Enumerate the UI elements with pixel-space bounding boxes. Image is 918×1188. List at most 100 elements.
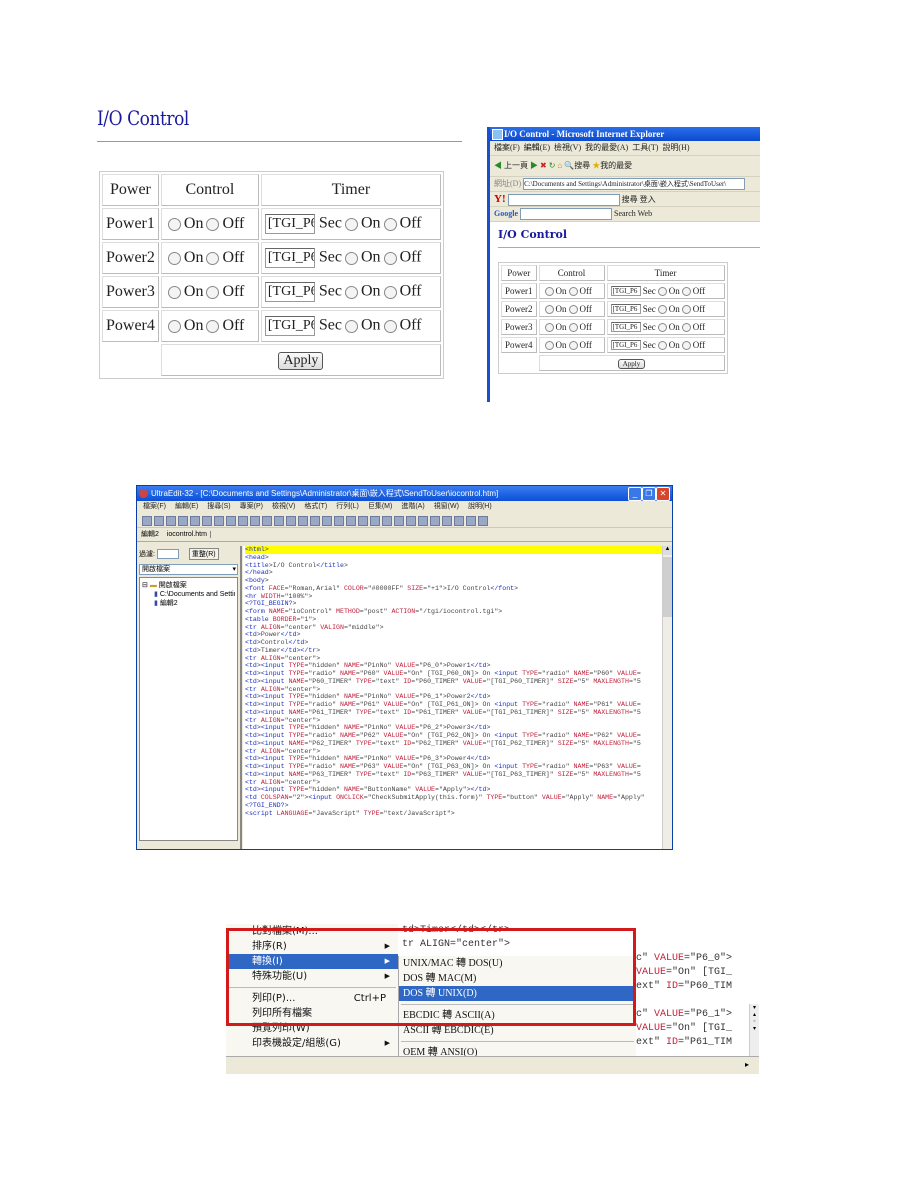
tab-edit2[interactable]: 編輯2 <box>141 531 159 538</box>
justify-icon[interactable] <box>346 516 356 526</box>
search-web-button[interactable]: Search Web <box>614 209 652 218</box>
tree-item[interactable]: ⊟ ▬ 開啟檔案 <box>142 580 235 590</box>
timer-input[interactable]: [TGI_P6 <box>610 322 641 333</box>
spell-icon[interactable] <box>214 516 224 526</box>
align-left-icon[interactable] <box>310 516 320 526</box>
timer-input[interactable]: [TGI_P6 <box>264 214 315 234</box>
search-icon[interactable]: 🔍 <box>564 161 574 170</box>
ie-menu-file[interactable]: 檔案(F) <box>494 143 520 152</box>
close-file-icon[interactable] <box>166 516 176 526</box>
timer-input[interactable]: [TGI_P6 <box>610 304 641 315</box>
scroll-right-icon[interactable]: ▸ <box>745 1060 749 1069</box>
timer-on-radio[interactable] <box>345 251 358 265</box>
ie-menu-favorites[interactable]: 我的最愛(A) <box>585 143 628 152</box>
window-icon[interactable] <box>406 516 416 526</box>
timer-off-radio[interactable] <box>681 322 691 332</box>
control-on-radio[interactable] <box>544 287 554 297</box>
control-off-radio[interactable] <box>206 251 220 265</box>
google-search-input[interactable] <box>520 208 612 221</box>
scroll-up-icon[interactable]: ▲ <box>663 546 672 555</box>
favorites-icon[interactable]: ★ <box>592 161 600 170</box>
apply-button[interactable]: Apply <box>278 351 324 370</box>
control-off-radio[interactable] <box>568 323 578 333</box>
timer-on-radio[interactable] <box>345 319 358 333</box>
copy-icon[interactable] <box>286 516 296 526</box>
print-icon[interactable] <box>190 516 200 526</box>
help-icon[interactable] <box>466 516 476 526</box>
filter-input[interactable] <box>156 549 179 560</box>
yahoo-search-button[interactable]: 搜尋 <box>622 195 638 204</box>
vertical-scrollbar[interactable]: ▾ ▴ ◦ ▾ <box>749 1004 759 1056</box>
refresh-button[interactable]: 重整(R) <box>188 548 219 560</box>
timer-input[interactable]: [TGI_P6 <box>264 282 315 302</box>
tree-item[interactable]: ▮ C:\Documents and Settings\A <box>142 590 235 598</box>
timer-on-radio[interactable] <box>345 217 358 231</box>
horizontal-scrollbar[interactable]: ▸ <box>226 1056 759 1074</box>
scroll-thumb[interactable] <box>663 557 672 617</box>
hex-edit-icon[interactable] <box>250 516 260 526</box>
cut-icon[interactable] <box>274 516 284 526</box>
open-files-dropdown[interactable]: 開啟檔案 <box>139 564 238 575</box>
control-on-radio[interactable] <box>167 319 181 333</box>
timer-off-radio[interactable] <box>383 285 397 299</box>
control-on-radio[interactable] <box>544 323 554 333</box>
control-on-radio[interactable] <box>167 217 181 231</box>
back-button[interactable]: 上一頁 <box>504 161 528 170</box>
ue-menu-column[interactable]: 行列(L) <box>336 503 359 510</box>
bookmark-icon[interactable] <box>262 516 272 526</box>
ue-menu-search[interactable]: 搜尋(S) <box>207 503 230 510</box>
timer-off-radio[interactable] <box>681 340 691 350</box>
cascade-icon[interactable] <box>430 516 440 526</box>
yahoo-search-input[interactable] <box>507 194 620 206</box>
ie-menu-view[interactable]: 檢視(V) <box>554 143 581 152</box>
control-off-radio[interactable] <box>568 341 578 351</box>
tree-item[interactable]: ▮ 編輯2 <box>142 598 235 608</box>
maximize-button[interactable]: ❐ <box>642 487 656 501</box>
open-icon[interactable] <box>154 516 164 526</box>
editor-scrollbar[interactable]: ▲ <box>662 546 672 849</box>
refresh-icon[interactable]: ↻ <box>549 161 556 170</box>
yahoo-login-button[interactable]: 登入 <box>640 195 656 204</box>
replace-icon[interactable] <box>370 516 380 526</box>
back-icon[interactable]: ◀ <box>494 161 502 170</box>
timer-input[interactable]: [TGI_P6 <box>610 286 641 297</box>
hex-icon[interactable] <box>238 516 248 526</box>
align-center-icon[interactable] <box>322 516 332 526</box>
minimize-button[interactable]: _ <box>628 487 642 501</box>
ie-menu-edit[interactable]: 編輯(E) <box>524 143 550 152</box>
font-icon[interactable] <box>226 516 236 526</box>
paste-icon[interactable] <box>298 516 308 526</box>
timer-off-radio[interactable] <box>383 251 397 265</box>
timer-off-radio[interactable] <box>383 217 397 231</box>
ue-menu-project[interactable]: 專案(P) <box>240 503 263 510</box>
search-button[interactable]: 搜尋 <box>574 161 590 170</box>
timer-on-radio[interactable] <box>657 322 667 332</box>
menu-item[interactable]: 印表機設定/組態(G) ▶ <box>226 1036 398 1051</box>
timer-off-radio[interactable] <box>681 286 691 296</box>
code-editor[interactable]: <html> <head> <title>I/O Control</title> </… <box>243 546 663 849</box>
timer-off-radio[interactable] <box>681 304 691 314</box>
ie-menu-tools[interactable]: 工具(T) <box>632 143 658 152</box>
control-off-radio[interactable] <box>206 319 220 333</box>
control-on-radio[interactable] <box>167 285 181 299</box>
timer-on-radio[interactable] <box>345 285 358 299</box>
align-right-icon[interactable] <box>334 516 344 526</box>
control-off-radio[interactable] <box>568 305 578 315</box>
home-icon[interactable]: ⌂ <box>557 161 562 170</box>
zoom-icon[interactable] <box>394 516 404 526</box>
print-preview-icon[interactable] <box>202 516 212 526</box>
ue-menu-window[interactable]: 視窗(W) <box>434 503 459 510</box>
split-icon[interactable] <box>442 516 452 526</box>
ue-menu-help[interactable]: 說明(H) <box>468 503 492 510</box>
timer-on-radio[interactable] <box>657 304 667 314</box>
ftp-icon[interactable] <box>454 516 464 526</box>
timer-off-radio[interactable] <box>383 319 397 333</box>
control-on-radio[interactable] <box>544 305 554 315</box>
control-on-radio[interactable] <box>167 251 181 265</box>
tile-icon[interactable] <box>418 516 428 526</box>
favorites-button[interactable]: 我的最愛 <box>600 161 632 170</box>
ue-menu-view[interactable]: 檢視(V) <box>272 503 295 510</box>
find-icon[interactable] <box>358 516 368 526</box>
stop-icon[interactable]: ✖ <box>540 161 547 170</box>
save-icon[interactable] <box>178 516 188 526</box>
